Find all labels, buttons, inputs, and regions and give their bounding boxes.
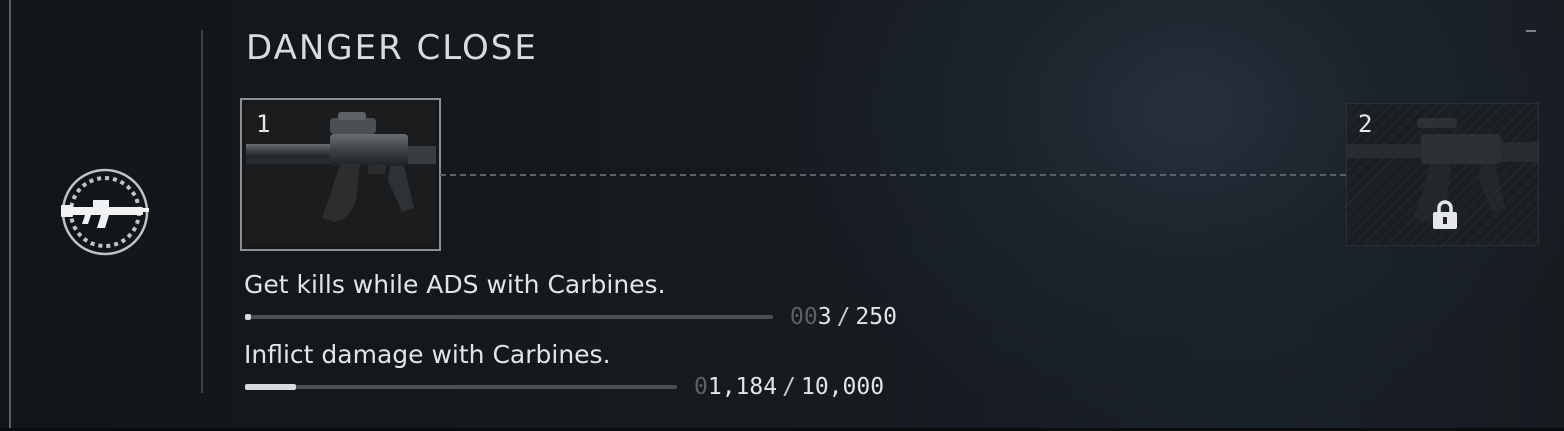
objective-2-count-separator: / xyxy=(782,374,796,400)
objective-2-count: 01,184/10,000 xyxy=(694,374,884,400)
objective-1-count-goal: 250 xyxy=(855,304,897,330)
tier-2-number: 2 xyxy=(1358,110,1373,138)
left-edge-line xyxy=(9,0,11,431)
objective-1-count-current: 3 xyxy=(817,304,832,330)
objective-2-count-goal: 10,000 xyxy=(800,374,885,400)
minimize-icon[interactable] xyxy=(1526,30,1536,32)
tier-2-reward[interactable]: 2 xyxy=(1346,103,1539,246)
objective-2-progress-fill xyxy=(245,384,296,390)
tier-1-number: 1 xyxy=(256,110,271,138)
objective-1-progress-fill xyxy=(245,314,251,320)
tier-connector-line xyxy=(440,174,1346,176)
lock-icon xyxy=(1433,200,1457,229)
carbine-badge-icon xyxy=(59,166,151,258)
objective-1-progress-bar xyxy=(245,314,773,320)
objective-2-text: Inflict damage with Carbines. xyxy=(244,340,611,369)
objective-1-text: Get kills while ADS with Carbines. xyxy=(244,270,666,299)
objective-1-count-padding: 00 xyxy=(790,304,818,330)
tier-1-reward[interactable]: 1 xyxy=(240,98,441,251)
objective-2-count-current: 1,184 xyxy=(707,374,778,400)
objective-1-count: 003/250 xyxy=(790,304,897,330)
section-divider xyxy=(201,30,203,393)
carbine-rifle-image xyxy=(246,112,436,222)
objective-2-progress-bar xyxy=(245,384,677,390)
objective-2-count-padding: 0 xyxy=(694,374,708,400)
challenge-title: DANGER CLOSE xyxy=(246,28,538,68)
objective-1-count-separator: / xyxy=(836,304,851,330)
